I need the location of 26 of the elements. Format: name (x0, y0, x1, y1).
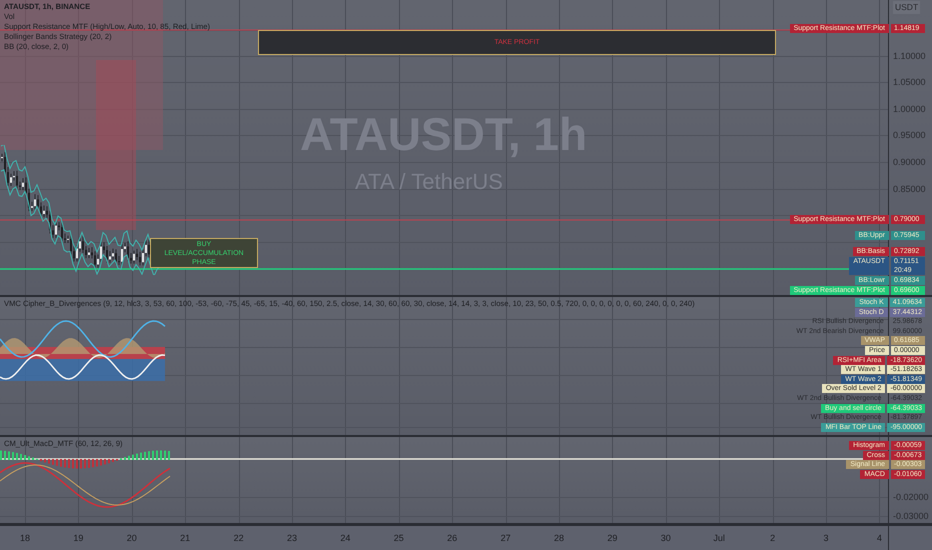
date-tick: 26 (447, 532, 458, 545)
price-tick: 1.00000 (893, 104, 926, 114)
date-tick: 19 (73, 532, 84, 545)
date-tick: 4 (876, 532, 882, 545)
value-tick: -0.03000 (893, 511, 929, 521)
price-tick: 0.95000 (893, 130, 926, 140)
date-tick: Jul (713, 532, 725, 545)
price-tick: 0.85000 (893, 184, 926, 194)
date-tick: 30 (660, 532, 671, 545)
date-tick: 27 (500, 532, 511, 545)
price-tick: 0.90000 (893, 157, 926, 167)
date-tick: 28 (554, 532, 564, 545)
date-tick: 18 (20, 532, 30, 545)
value-tick: -0.02000 (893, 492, 929, 502)
currency-label: USDT (893, 1, 920, 14)
date-tick: 20 (126, 532, 137, 545)
date-tick: 23 (287, 532, 297, 545)
date-tick: 24 (340, 532, 350, 545)
date-tick: 21 (180, 532, 190, 545)
date-tick: 25 (394, 532, 404, 545)
price-tick: 1.05000 (893, 77, 926, 87)
date-tick: 3 (824, 532, 828, 545)
price-tick: 1.10000 (893, 51, 926, 61)
date-tick: 22 (234, 532, 244, 545)
date-tick: 2 (770, 532, 776, 545)
date-tick: 29 (607, 532, 618, 545)
